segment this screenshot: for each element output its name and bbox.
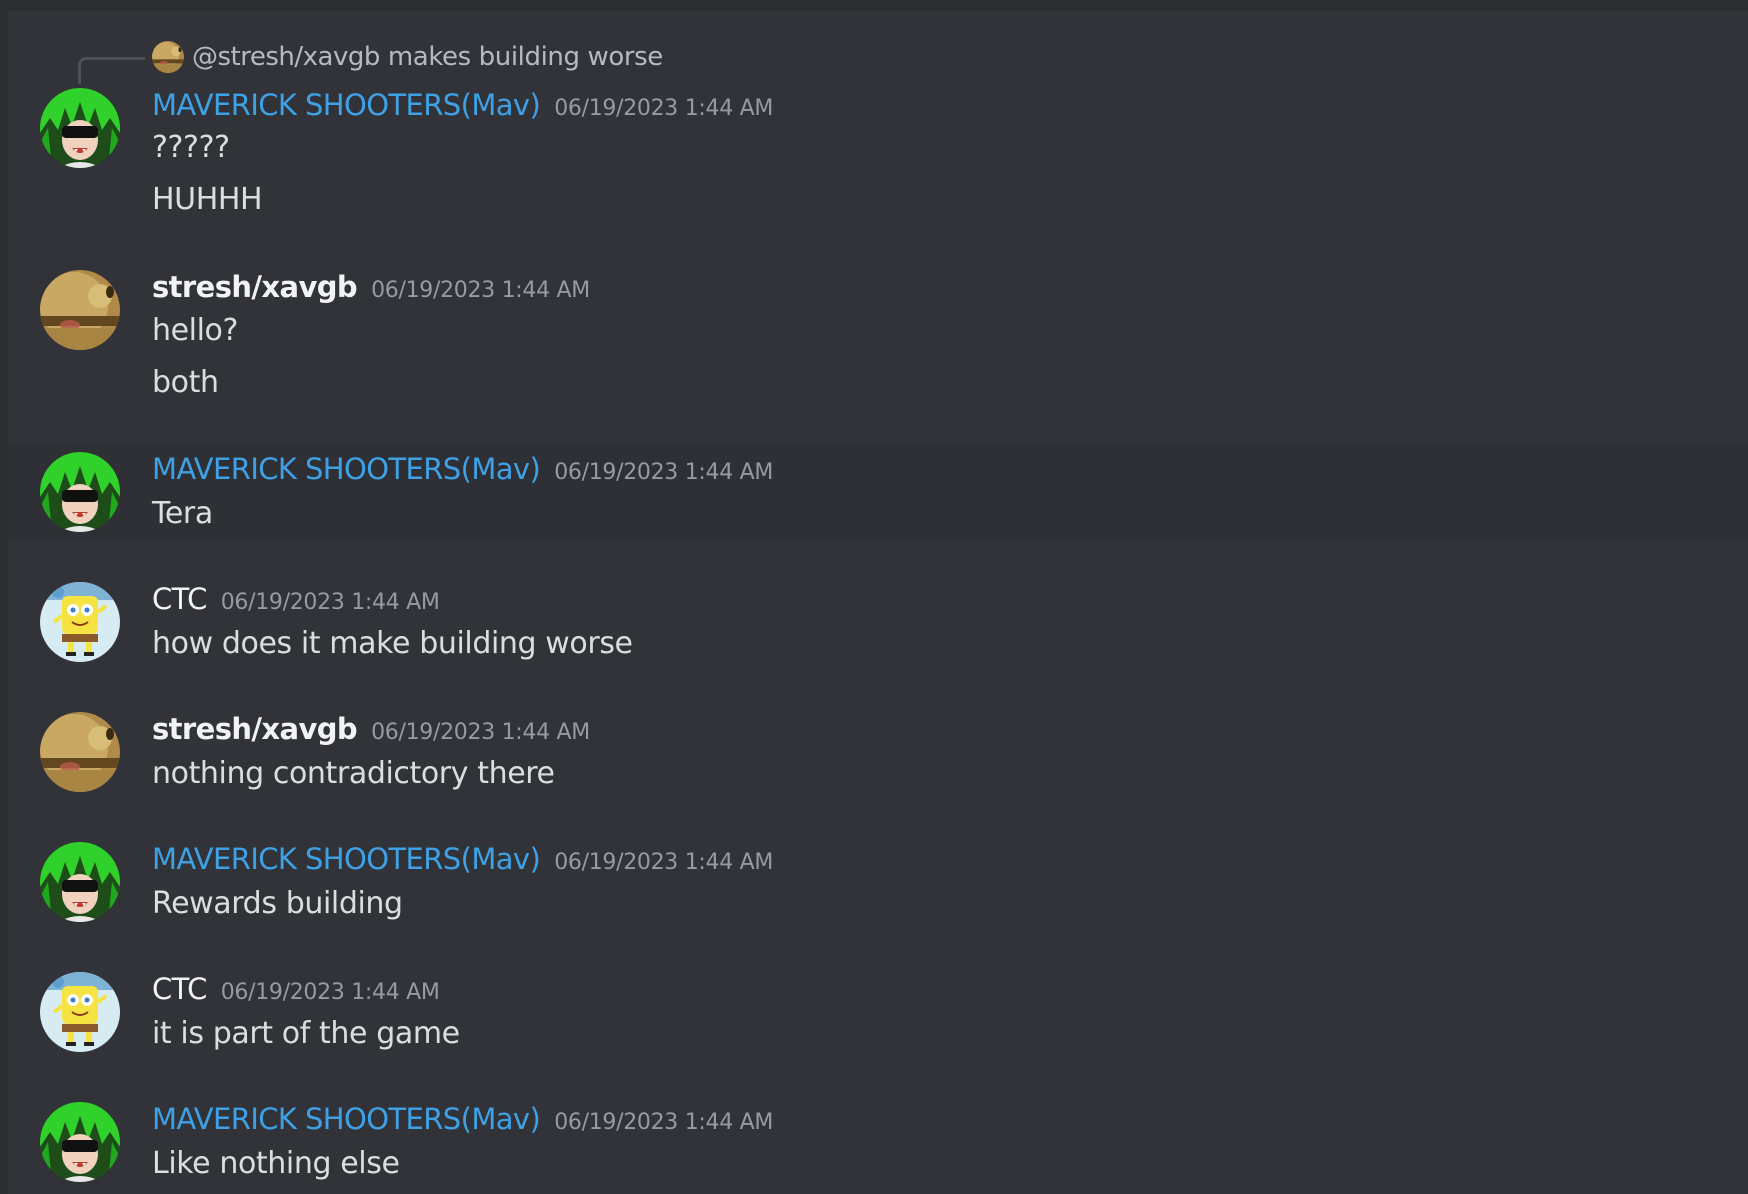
mav-avatar-icon[interactable]	[40, 452, 120, 532]
reply-mention[interactable]: @stresh/xavgb	[192, 42, 380, 72]
mav-avatar-icon[interactable]	[40, 88, 120, 168]
message-text: Tera	[152, 496, 213, 531]
stresh-avatar-icon[interactable]	[40, 712, 120, 792]
timestamp[interactable]: 06/19/2023 1:44 AM	[221, 980, 440, 1005]
author-name[interactable]: stresh/xavgb	[152, 712, 358, 746]
message-text: it is part of the game	[152, 1016, 460, 1051]
reply-text: makes building worse	[387, 42, 663, 72]
message-text: nothing contradictory there	[152, 756, 555, 791]
message-text: ?????	[152, 130, 230, 165]
message-header: MAVERICK SHOOTERS(Mav) 06/19/2023 1:44 AM	[152, 842, 773, 876]
top-border	[0, 0, 1748, 10]
timestamp[interactable]: 06/19/2023 1:44 AM	[554, 1110, 773, 1135]
mav-avatar-icon[interactable]	[40, 1102, 120, 1182]
ctc-avatar-icon[interactable]	[40, 972, 120, 1052]
message-text: HUHHH	[152, 182, 263, 217]
ctc-avatar-icon[interactable]	[40, 582, 120, 662]
message-text: how does it make building worse	[152, 626, 633, 661]
timestamp[interactable]: 06/19/2023 1:44 AM	[554, 96, 773, 121]
message-text: both	[152, 365, 219, 400]
timestamp[interactable]: 06/19/2023 1:44 AM	[371, 278, 590, 303]
message-header: CTC 06/19/2023 1:44 AM	[152, 582, 440, 616]
message-text: Rewards building	[152, 886, 403, 921]
stresh-avatar-icon[interactable]	[40, 270, 120, 350]
author-name[interactable]: MAVERICK SHOOTERS(Mav)	[152, 842, 541, 876]
reply-avatar-icon	[152, 41, 184, 73]
reply-preview[interactable]: @stresh/xavgb makes building worse	[152, 40, 663, 74]
author-name[interactable]: MAVERICK SHOOTERS(Mav)	[152, 452, 541, 486]
author-name[interactable]: CTC	[152, 582, 207, 616]
message-header: MAVERICK SHOOTERS(Mav) 06/19/2023 1:44 AM	[152, 88, 773, 122]
message-header: stresh/xavgb 06/19/2023 1:44 AM	[152, 270, 590, 304]
message-text: hello?	[152, 313, 239, 348]
author-name[interactable]: MAVERICK SHOOTERS(Mav)	[152, 1102, 541, 1136]
author-name[interactable]: CTC	[152, 972, 207, 1006]
message-text: Like nothing else	[152, 1146, 400, 1181]
left-strip	[0, 0, 8, 1194]
timestamp[interactable]: 06/19/2023 1:44 AM	[554, 850, 773, 875]
message-header: CTC 06/19/2023 1:44 AM	[152, 972, 440, 1006]
timestamp[interactable]: 06/19/2023 1:44 AM	[371, 720, 590, 745]
message-header: MAVERICK SHOOTERS(Mav) 06/19/2023 1:44 AM	[152, 452, 773, 486]
timestamp[interactable]: 06/19/2023 1:44 AM	[221, 590, 440, 615]
message-header: MAVERICK SHOOTERS(Mav) 06/19/2023 1:44 AM	[152, 1102, 773, 1136]
reply-spine	[78, 57, 145, 84]
author-name[interactable]: MAVERICK SHOOTERS(Mav)	[152, 88, 541, 122]
author-name[interactable]: stresh/xavgb	[152, 270, 358, 304]
message-header: stresh/xavgb 06/19/2023 1:44 AM	[152, 712, 590, 746]
mav-avatar-icon[interactable]	[40, 842, 120, 922]
timestamp[interactable]: 06/19/2023 1:44 AM	[554, 460, 773, 485]
